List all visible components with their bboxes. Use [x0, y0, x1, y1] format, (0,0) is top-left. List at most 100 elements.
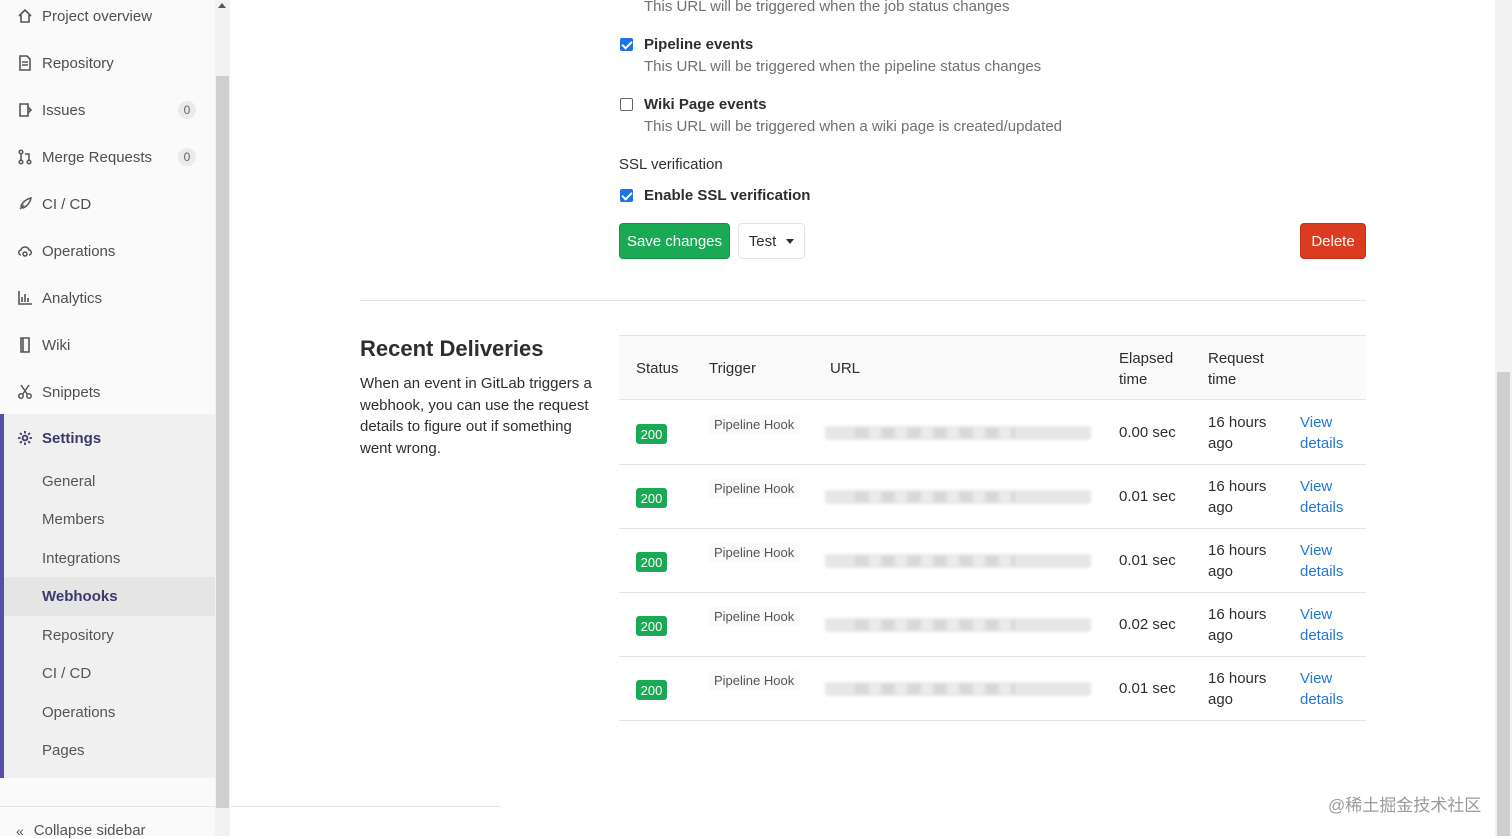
sidebar-item-issues[interactable]: Issues 0: [0, 90, 215, 130]
view-details-line1: View: [1300, 606, 1333, 623]
issues-count-badge: 0: [178, 101, 196, 119]
deliveries-table-header: Status Trigger URL Elapsed time Request …: [619, 335, 1366, 400]
sidebar-item-label: Merge Requests: [42, 148, 153, 166]
sidebar-item-settings[interactable]: Settings: [0, 418, 215, 458]
sidebar-subitem-integrations[interactable]: Integrations: [0, 539, 215, 578]
merge-icon: [16, 148, 34, 166]
view-details-link[interactable]: View details: [1300, 476, 1350, 518]
view-details-line1: View: [1300, 414, 1333, 431]
test-dropdown-button[interactable]: Test: [738, 223, 805, 259]
sidebar-subitem-operations[interactable]: Operations: [0, 693, 215, 732]
view-details-line2: details: [1300, 499, 1344, 516]
trigger-label: Pipeline Hook: [708, 415, 801, 434]
status-badge: 200: [636, 488, 667, 508]
sidebar-subitem-repository[interactable]: Repository: [0, 616, 215, 655]
pipeline-events-checkbox[interactable]: [620, 38, 633, 51]
elapsed-time: 0.00 sec: [1119, 424, 1176, 441]
url-redacted: [825, 490, 1091, 504]
request-time-line2: ago: [1208, 563, 1234, 580]
page-scrollbar[interactable]: [1495, 0, 1512, 836]
status-badge: 200: [636, 424, 667, 444]
table-row: 200 Pipeline Hook 0.01 sec 16 hours ago View d…: [619, 657, 1366, 721]
column-request-line1: Request: [1208, 350, 1264, 367]
request-time-line1: 16 hours: [1208, 542, 1267, 559]
sidebar-item-analytics[interactable]: Analytics: [0, 278, 215, 318]
status-badge: 200: [636, 552, 667, 572]
sidebar-item-label: CI / CD: [42, 195, 92, 213]
page-scrollbar-thumb[interactable]: [1497, 372, 1510, 836]
view-details-link[interactable]: View details: [1300, 604, 1350, 646]
table-row: 200 Pipeline Hook 0.01 sec 16 hours ago View d…: [619, 465, 1366, 529]
sidebar-item-ci-cd[interactable]: CI / CD: [0, 184, 215, 224]
request-time: 16 hours ago: [1208, 476, 1278, 518]
url-redacted: [825, 554, 1091, 568]
sidebar-item-label: Settings: [42, 429, 102, 447]
book-icon: [16, 336, 34, 354]
request-time: 16 hours ago: [1208, 668, 1278, 710]
request-time-line2: ago: [1208, 691, 1234, 708]
trigger-label: Pipeline Hook: [708, 479, 801, 498]
sidebar-item-label: Operations: [42, 242, 116, 260]
view-details-link[interactable]: View details: [1300, 412, 1350, 454]
view-details-line1: View: [1300, 542, 1333, 559]
ssl-verification-label: Enable SSL verification: [644, 187, 811, 204]
view-details-line2: details: [1300, 691, 1344, 708]
sidebar-item-snippets[interactable]: Snippets: [0, 372, 215, 412]
sidebar-subitem-webhooks[interactable]: Webhooks: [4, 577, 215, 616]
job-events-help: This URL will be triggered when the job …: [644, 0, 1010, 15]
column-trigger: Trigger: [709, 360, 756, 377]
sidebar-item-label: Issues: [42, 101, 86, 119]
sidebar-scrollbar-thumb[interactable]: [216, 76, 229, 808]
table-row: 200 Pipeline Hook 0.00 sec 16 hours ago View d…: [619, 401, 1366, 465]
sidebar-divider: [0, 806, 500, 807]
sidebar-scrollbar[interactable]: [215, 0, 230, 836]
sidebar-item-wiki[interactable]: Wiki: [0, 325, 215, 365]
view-details-line1: View: [1300, 478, 1333, 495]
sidebar-subitem-pages[interactable]: Pages: [0, 731, 215, 770]
sidebar-subitem-general[interactable]: General: [0, 462, 215, 501]
request-time-line1: 16 hours: [1208, 606, 1267, 623]
scroll-up-arrow-icon[interactable]: [218, 3, 226, 8]
wiki-page-events-checkbox[interactable]: [620, 98, 633, 111]
collapse-sidebar-button[interactable]: « Collapse sidebar: [16, 822, 146, 839]
elapsed-time: 0.01 sec: [1119, 552, 1176, 569]
request-time-line2: ago: [1208, 435, 1234, 452]
column-url: URL: [830, 360, 861, 377]
view-details-link[interactable]: View details: [1300, 668, 1350, 710]
sidebar-item-label: Project overview: [42, 7, 153, 25]
column-status: Status: [636, 360, 679, 377]
ssl-verification-heading: SSL verification: [619, 156, 723, 173]
request-time-line1: 16 hours: [1208, 414, 1267, 431]
collapse-sidebar-label: Collapse sidebar: [33, 822, 146, 839]
view-details-line2: details: [1300, 627, 1344, 644]
sidebar-subitem-members[interactable]: Members: [0, 500, 215, 539]
section-divider: [360, 300, 1366, 301]
request-time-line2: ago: [1208, 627, 1234, 644]
gear-icon: [16, 429, 34, 447]
column-request-time: Request time: [1208, 348, 1264, 390]
sidebar-item-merge-requests[interactable]: Merge Requests 0: [0, 137, 215, 177]
url-redacted: [825, 618, 1091, 632]
table-row: 200 Pipeline Hook 0.01 sec 16 hours ago View d…: [619, 529, 1366, 593]
recent-deliveries-description: When an event in GitLab triggers a webho…: [360, 375, 592, 457]
request-time-line1: 16 hours: [1208, 478, 1267, 495]
wiki-page-events-label: Wiki Page events: [644, 96, 767, 113]
double-chevron-left-icon: «: [16, 822, 24, 839]
view-details-line2: details: [1300, 435, 1344, 452]
sidebar-item-label: Repository: [42, 54, 114, 72]
sidebar-subitem-ci-cd[interactable]: CI / CD: [0, 654, 215, 693]
sidebar-item-repository[interactable]: Repository: [0, 43, 215, 83]
sidebar-item-project-overview[interactable]: Project overview: [0, 0, 215, 36]
merge-requests-count-badge: 0: [178, 148, 196, 166]
watermark-text: @稀土掘金技术社区: [1328, 796, 1482, 815]
view-details-link[interactable]: View details: [1300, 540, 1350, 582]
sidebar-item-operations[interactable]: Operations: [0, 231, 215, 271]
pipeline-events-help: This URL will be triggered when the pipe…: [644, 58, 1042, 75]
view-details-line1: View: [1300, 670, 1333, 687]
save-changes-button[interactable]: Save changes: [619, 223, 730, 259]
recent-deliveries-title: Recent Deliveries: [360, 336, 544, 361]
delete-button[interactable]: Delete: [1300, 223, 1366, 259]
column-request-line2: time: [1208, 371, 1237, 388]
ssl-verification-checkbox[interactable]: [620, 189, 633, 202]
sidebar-item-label: Wiki: [42, 336, 71, 354]
